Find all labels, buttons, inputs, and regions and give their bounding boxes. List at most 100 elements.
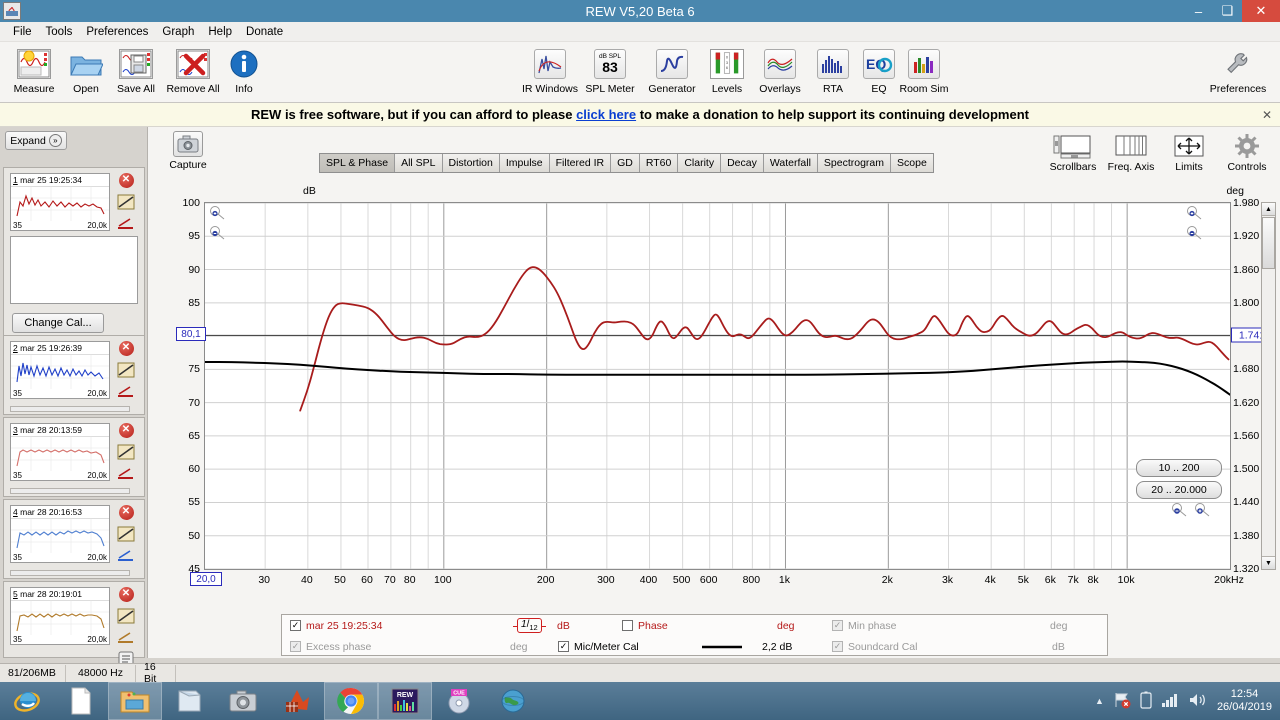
measurement-color-icon-2[interactable] [115, 382, 137, 402]
taskbar-camera-app-icon[interactable] [216, 682, 270, 720]
zoom-out-corner-icon-right[interactable] [1186, 225, 1204, 244]
spl-phase-plot[interactable] [204, 202, 1231, 570]
measurement-edit-icon-3[interactable] [115, 442, 137, 462]
tab-scope[interactable]: Scope [891, 154, 933, 172]
legend-measurement[interactable]: ✓ mar 25 19:25:34 [290, 620, 382, 632]
battery-icon[interactable] [1140, 691, 1152, 712]
taskbar-rew-icon[interactable]: REW [378, 682, 432, 720]
measurement-edit-icon-4[interactable] [115, 524, 137, 544]
menu-graph[interactable]: Graph [155, 24, 201, 40]
scroll-up-arrow-icon[interactable]: ▲ [1262, 203, 1275, 216]
flag-alert-icon[interactable] [1113, 691, 1131, 712]
tab-rt60[interactable]: RT60 [639, 154, 679, 172]
zoom-in-corner-icon-right[interactable] [1186, 205, 1204, 224]
tab-filtered-ir[interactable]: Filtered IR [549, 154, 612, 172]
measurement-color-icon-3[interactable] [115, 464, 137, 484]
tab-clarity[interactable]: Clarity [678, 154, 722, 172]
smoothing-control[interactable]: 1/12 [513, 618, 546, 633]
taskbar-nero-icon[interactable] [270, 682, 324, 720]
measurement-color-icon-4[interactable] [115, 546, 137, 566]
show-hidden-icons-icon[interactable]: ▲ [1095, 696, 1104, 706]
measurement-close-3[interactable]: ✕ [115, 420, 137, 440]
zoom-in-corner-icon[interactable] [209, 205, 227, 224]
taskbar-globe-icon[interactable] [486, 682, 540, 720]
zoom-in-icon[interactable] [1194, 502, 1212, 521]
toolbar-save-all[interactable]: Save All [104, 46, 168, 95]
measurement-item-3[interactable]: 3 mar 28 20:13:59 35 20,0k ✕ [3, 417, 145, 497]
tab-gd[interactable]: GD [611, 154, 640, 172]
network-icon[interactable] [1161, 692, 1179, 711]
measurement-thumb-5[interactable]: 5 mar 28 20:19:01 35 20,0k [10, 587, 110, 645]
taskbar-cue-disc-icon[interactable]: CUE [432, 682, 486, 720]
measurement-close-4[interactable]: ✕ [115, 502, 137, 522]
range-button-10-200[interactable]: 10 .. 200 [1136, 459, 1222, 477]
measurement-thumb-1[interactable]: 1 mar 25 19:25:34 35 20,0k [10, 173, 110, 231]
tab-spectrogram[interactable]: Spectrogram [817, 154, 892, 172]
tab-impulse[interactable]: Impulse [499, 154, 550, 172]
measurement-edit-icon-5[interactable] [115, 606, 137, 626]
measurement-edit-icon-2[interactable] [115, 360, 137, 380]
tab-distortion[interactable]: Distortion [442, 154, 500, 172]
volume-icon[interactable] [1188, 692, 1208, 711]
legend-phase-checkbox[interactable] [622, 620, 633, 631]
measurement-close-1[interactable]: ✕ [115, 170, 137, 190]
taskbar-internet-explorer-icon[interactable] [0, 682, 54, 720]
minimize-button[interactable]: – [1184, 0, 1213, 22]
toolbar-spl-meter[interactable]: dB SPL 83 SPL Meter [578, 46, 642, 95]
expand-button[interactable]: Expand » [5, 131, 67, 150]
menu-help[interactable]: Help [201, 24, 239, 40]
measurement-notes-1[interactable] [10, 236, 138, 304]
menu-donate[interactable]: Donate [239, 24, 290, 40]
range-button-20-20000[interactable]: 20 .. 20.000 [1136, 481, 1222, 499]
toolbar-info[interactable]: Info [212, 46, 276, 95]
legend-mic-meter-cal[interactable]: ✓ Mic/Meter Cal [558, 641, 639, 653]
change-cal-button[interactable]: Change Cal... [12, 313, 104, 333]
legend-excess-phase[interactable]: ✓ Excess phase [290, 641, 371, 653]
tab-decay[interactable]: Decay [721, 154, 764, 172]
measurement-close-2[interactable]: ✕ [115, 338, 137, 358]
tab-spl-phase[interactable]: SPL & Phase [320, 154, 396, 172]
measurement-item-5[interactable]: 5 mar 28 20:19:01 35 20,0k ✕ [3, 581, 145, 669]
scroll-down-arrow-icon[interactable]: ▼ [1262, 556, 1275, 569]
legend-min-phase-checkbox[interactable]: ✓ [832, 620, 843, 631]
freq-axis-button[interactable]: Freq. Axis [1102, 131, 1160, 173]
legend-soundcard-cal[interactable]: ✓ Soundcard Cal [832, 641, 917, 653]
toolbar-preferences[interactable]: Preferences [1206, 46, 1270, 95]
legend-excess-phase-checkbox[interactable]: ✓ [290, 641, 301, 652]
toolbar-room-sim[interactable]: Room Sim [892, 46, 956, 95]
legend-mic-meter-cal-checkbox[interactable]: ✓ [558, 641, 569, 652]
zoom-out-corner-icon[interactable] [209, 225, 227, 244]
toolbar-ir-windows[interactable]: IR Windows [518, 46, 582, 95]
menu-preferences[interactable]: Preferences [79, 24, 155, 40]
donate-link[interactable]: click here [576, 107, 636, 122]
maximize-button[interactable]: ❑ [1213, 0, 1242, 22]
taskbar-chrome-icon[interactable] [324, 682, 378, 720]
scrollbars-button[interactable]: Scrollbars [1044, 131, 1102, 173]
controls-button[interactable]: Controls [1218, 131, 1276, 173]
measurement-item-2[interactable]: 2 mar 25 19:26:39 35 20,0k ✕ [3, 335, 145, 415]
measurement-scroll-2[interactable] [10, 406, 130, 412]
taskbar-notepad-icon[interactable] [162, 682, 216, 720]
taskbar-file-explorer-icon[interactable] [108, 682, 162, 720]
scroll-thumb[interactable] [1262, 217, 1275, 269]
tab-all-spl[interactable]: All SPL [395, 154, 443, 172]
measurement-scroll-3[interactable] [10, 488, 130, 494]
legend-measurement-checkbox[interactable]: ✓ [290, 620, 301, 631]
tab-waterfall[interactable]: Waterfall [763, 154, 818, 172]
measurement-edit-icon-1[interactable] [115, 192, 137, 212]
measurement-close-5[interactable]: ✕ [115, 584, 137, 604]
measurement-item-4[interactable]: 4 mar 28 20:16:53 35 20,0k ✕ [3, 499, 145, 579]
limits-button[interactable]: Limits [1160, 131, 1218, 173]
measurement-scroll-4[interactable] [10, 570, 130, 576]
menu-tools[interactable]: Tools [39, 24, 80, 40]
measurement-color-icon-5[interactable] [115, 628, 137, 648]
banner-close-icon[interactable]: ✕ [1262, 108, 1272, 122]
measurement-color-icon-1[interactable] [115, 214, 137, 234]
taskbar-document-icon[interactable] [54, 682, 108, 720]
menu-file[interactable]: File [6, 24, 39, 40]
close-button[interactable]: ✕ [1242, 0, 1280, 22]
taskbar-clock[interactable]: 12:54 26/04/2019 [1217, 688, 1272, 714]
measurement-thumb-3[interactable]: 3 mar 28 20:13:59 35 20,0k [10, 423, 110, 481]
vertical-scrollbar[interactable]: ▲ ▼ [1261, 202, 1276, 570]
legend-min-phase[interactable]: ✓ Min phase [832, 620, 896, 632]
